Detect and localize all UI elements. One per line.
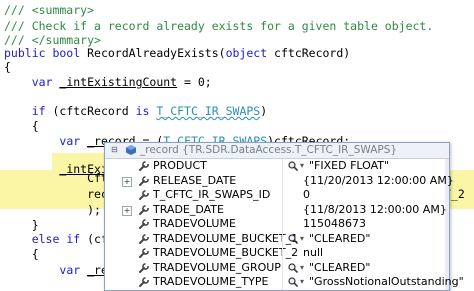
value-cell[interactable]: null [282,246,449,261]
code-token: if [31,104,53,118]
visualizer-dropdown-icon[interactable]: ▾ [300,275,304,290]
datatip-row[interactable]: PRODUCT ▾ "FIXED FLOAT" [105,159,449,174]
value-cell[interactable]: ▾ "CLEARED" [282,260,449,276]
property-wrench-icon [139,204,149,215]
property-name: TRADEVOLUME_BUCKET_2 [153,246,299,259]
code-token: var [59,263,88,277]
value-cell[interactable]: ▾ "FIXED FLOAT" [282,159,449,174]
code-token: /// Check if a record already exists for… [4,19,434,33]
datatip-header[interactable]: ⊟ _record {TR.SDR.DataAccess.T_CFTC_IR_S… [105,143,449,159]
object-icon [126,145,136,155]
value-cell[interactable]: ▾ "GrossNotionalOutstanding" [282,275,464,290]
property-wrench-icon [139,262,149,273]
code-token: var [59,134,88,148]
datatip-row[interactable]: TRADEVOLUME_TYPE ▾ "GrossNotionalOutstandi… [105,275,464,290]
datatip-row[interactable]: TRADEVOLUME_BUCKET_1 ▾ "CLEARED" [105,231,449,247]
text-visualizer-icon[interactable] [288,233,298,244]
property-name: TRADEVOLUME_BUCKET_1 [153,231,299,245]
code-token: /// <summary> [4,3,95,17]
property-wrench-icon [139,190,149,200]
code-text: /// <summary> [4,2,94,19]
code-text: { [4,246,39,263]
property-value[interactable]: null [303,246,323,261]
property-value[interactable]: {11/20/2013 12:00:00 AM} [303,174,454,189]
property-value[interactable]: "CLEARED" [309,261,370,276]
text-visualizer-icon[interactable] [288,161,298,171]
collapse-icon[interactable]: ⊟ [111,146,119,154]
property-name: TRADEVOLUME [153,217,236,230]
code-token: T_CFTC_IR_SWAPS [156,104,261,118]
value-cell[interactable]: {11/8/2013 12:00:00 AM} [282,202,449,218]
code-token: = 0; [177,75,212,89]
datatip-row[interactable]: TRADEVOLUME_BUCKET_2 null [105,246,449,261]
datatip-row[interactable]: TRADEVOLUME 115048673 [105,217,449,232]
property-wrench-icon [139,219,149,229]
property-value[interactable]: "GrossNotionalOutstanding" [309,275,464,290]
code-token: { [4,119,39,133]
code-token: { [4,247,39,261]
property-wrench-icon [139,248,149,258]
expand-icon[interactable]: + [122,176,132,187]
datatip-header-text: _record {TR.SDR.DataAccess.T_CFTC_IR_SWA… [140,144,398,156]
text-visualizer-icon[interactable] [288,277,298,287]
visualizer-dropdown-icon[interactable]: ▾ [300,159,304,174]
property-name: TRADEVOLUME_GROUP [153,260,281,274]
property-wrench-icon [139,277,149,287]
datatip-row[interactable]: + TRADE_DATE {11/8/2013 12:00:00 AM} [105,202,449,218]
code-token: cftcRecord) [274,46,351,60]
code-token: var [31,75,60,89]
property-name: PRODUCT [153,159,207,172]
code-token: (cftcRecord [52,104,136,118]
code-token: _intExistingCount [59,75,178,89]
property-wrench-icon [139,233,149,244]
property-name: TRADE_DATE [153,202,224,216]
datatip-row[interactable]: T_CFTC_IR_SWAPS_ID 0 [105,188,449,203]
code-token: object [225,46,275,60]
property-name: RELEASE_DATE [153,173,237,187]
value-cell[interactable]: 115048673 [282,217,449,232]
code-token: ) [260,104,268,118]
property-value[interactable]: "FIXED FLOAT" [309,159,389,174]
property-value[interactable]: {11/8/2013 12:00:00 AM} [303,203,447,218]
code-token: { [4,60,11,74]
code-token: public bool [4,46,88,60]
property-value[interactable]: 0 [303,188,310,203]
datatip-body: PRODUCT ▾ "FIXED FLOAT" + RELEASE_DATE {11/20… [105,159,464,290]
expand-icon[interactable]: + [122,205,132,216]
property-wrench-icon [139,175,149,186]
property-value[interactable]: 115048673 [303,217,366,232]
value-cell[interactable]: 0 [282,188,449,203]
visualizer-dropdown-icon[interactable]: ▾ [300,261,304,276]
value-cell[interactable]: ▾ "CLEARED" [282,231,449,247]
text-visualizer-icon[interactable] [288,262,298,273]
datatip-row[interactable]: + RELEASE_DATE {11/20/2013 12:00:00 AM} [105,173,454,188]
code-line[interactable]: /// <summary> [0,2,474,19]
property-wrench-icon [139,161,149,171]
property-name: T_CFTC_IR_SWAPS_ID [153,188,271,201]
datatip-row[interactable]: TRADEVOLUME_GROUP ▾ "CLEARED" [105,260,449,276]
value-cell[interactable]: {11/20/2013 12:00:00 AM} [282,173,454,188]
visualizer-dropdown-icon[interactable]: ▾ [300,232,304,247]
code-token: RecordAlreadyExists( [87,46,226,60]
property-name: TRADEVOLUME_TYPE [153,275,269,288]
code-token: is [135,104,157,118]
datatip-popup[interactable]: ⊟ _record {TR.SDR.DataAccess.T_CFTC_IR_S… [104,142,464,291]
property-value[interactable]: "CLEARED" [309,232,370,247]
code-token: else if [31,232,88,246]
